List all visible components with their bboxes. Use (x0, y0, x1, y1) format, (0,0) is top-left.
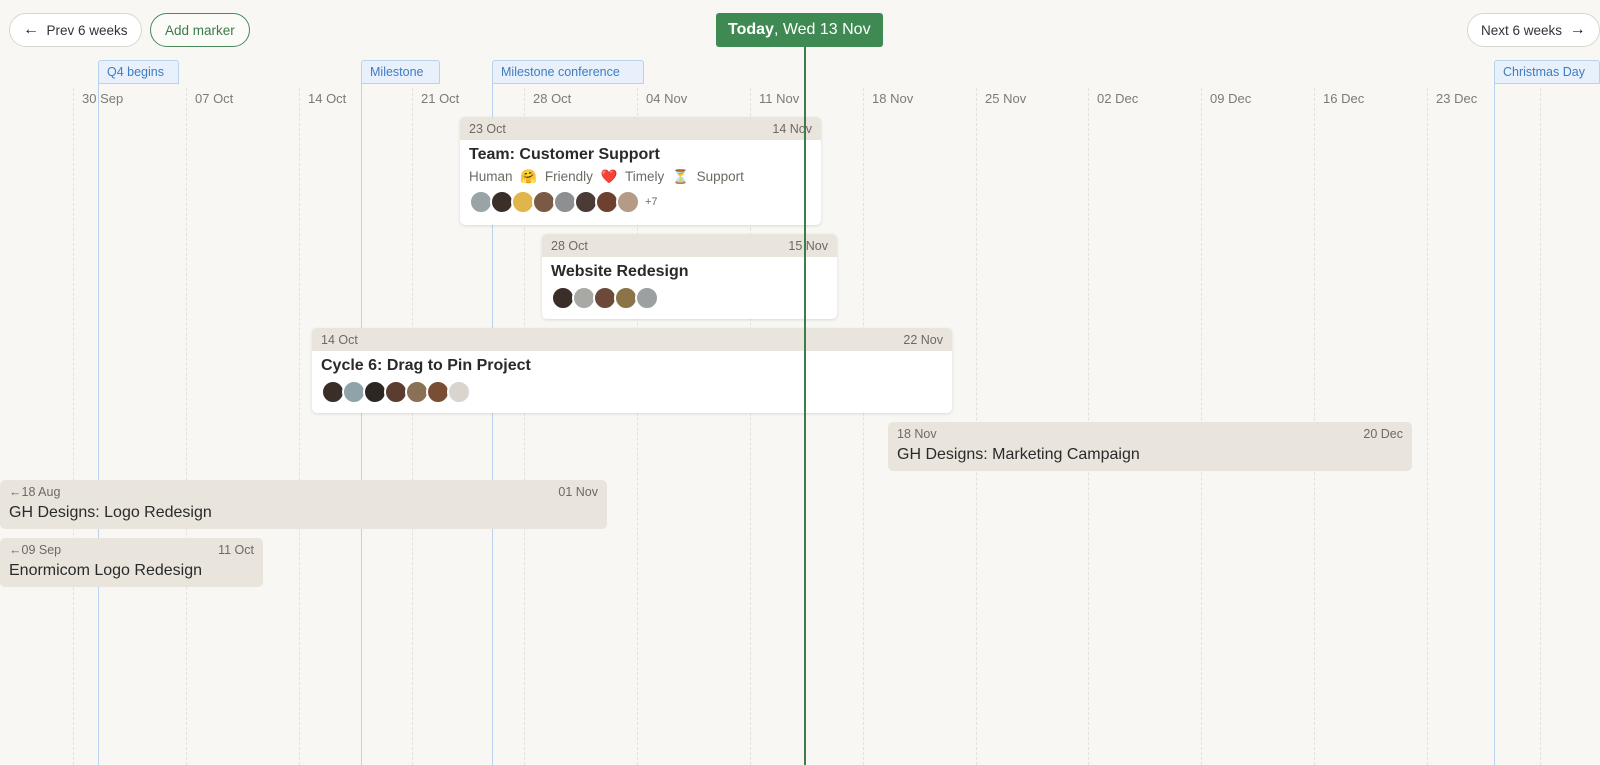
week-gridline (412, 88, 413, 765)
add-marker-button[interactable]: Add marker (150, 13, 250, 47)
end-date: 20 Dec (1363, 426, 1403, 441)
project-team-customer-support[interactable]: 23 Oct 14 Nov Team: Customer Support Hum… (460, 117, 821, 225)
project-cycle-6[interactable]: 14 Oct 22 Nov Cycle 6: Drag to Pin Proje… (312, 328, 952, 413)
project-dates: ←18 Aug 01 Nov (0, 480, 607, 503)
project-gh-logo-redesign[interactable]: ←18 Aug 01 Nov GH Designs: Logo Redesign (0, 480, 607, 529)
marker-line-christmas-day (1494, 84, 1495, 765)
start-date: 18 Nov (897, 426, 937, 441)
start-date: 23 Oct (469, 121, 506, 136)
tag-label: Support (696, 169, 744, 184)
prev-weeks-label: Prev 6 weeks (46, 22, 128, 38)
start-date: 28 Oct (551, 238, 588, 253)
week-label: 21 Oct (421, 91, 460, 106)
marker-milestone-conference[interactable]: Milestone conference (492, 60, 644, 84)
week-label: 30 Sep (82, 91, 124, 106)
heart-icon: ❤️ (600, 169, 618, 184)
marker-q4-begins[interactable]: Q4 begins (98, 60, 179, 84)
end-date: 22 Nov (903, 332, 943, 347)
project-enormicom-logo-redesign[interactable]: ←09 Sep 11 Oct Enormicom Logo Redesign (0, 538, 263, 587)
week-gridline (73, 88, 74, 765)
project-title: Cycle 6: Drag to Pin Project (321, 357, 531, 374)
project-tags: Human 🤗 Friendly ❤️ Timely ⏳ Support (469, 169, 812, 185)
week-label: 14 Oct (308, 91, 347, 106)
marker-line-q4-begins (98, 84, 99, 765)
end-date: 11 Oct (218, 542, 254, 557)
week-gridline (863, 88, 864, 765)
tag-label: Timely (624, 169, 665, 184)
tag-label: Human (469, 169, 513, 184)
end-date: 14 Nov (772, 121, 812, 136)
project-website-redesign[interactable]: 28 Oct 15 Nov Website Redesign (542, 234, 837, 319)
week-label: 11 Nov (759, 91, 800, 106)
today-line (804, 47, 806, 765)
project-dates: 18 Nov 20 Dec (888, 422, 1412, 445)
project-title: GH Designs: Logo Redesign (9, 504, 212, 521)
today-indicator[interactable]: Today, Wed 13 Nov (716, 13, 883, 47)
project-title: Enormicom Logo Redesign (9, 562, 202, 579)
week-label: 25 Nov (985, 91, 1027, 106)
next-weeks-button[interactable]: Next 6 weeks → (1467, 13, 1600, 47)
week-gridline (299, 88, 300, 765)
week-gridline (186, 88, 187, 765)
end-date: 01 Nov (558, 484, 598, 499)
project-title: Team: Customer Support (469, 146, 660, 163)
project-dates: 28 Oct 15 Nov (542, 234, 837, 257)
arrow-left-icon: ← (23, 21, 39, 38)
next-weeks-label: Next 6 weeks (1481, 22, 1563, 38)
week-label: 16 Dec (1323, 91, 1365, 106)
project-dates: 14 Oct 22 Nov (312, 328, 952, 351)
tag-label: Friendly (544, 169, 593, 184)
hugging-face-icon: 🤗 (520, 169, 538, 184)
week-label: 04 Nov (646, 91, 688, 106)
week-gridline (1427, 88, 1428, 765)
avatar[interactable] (616, 190, 640, 214)
marker-line-milestone (361, 84, 362, 765)
today-label: Today (728, 21, 774, 38)
project-members: +7 (469, 190, 812, 214)
avatar[interactable] (635, 286, 659, 310)
week-label: 23 Dec (1436, 91, 1478, 106)
project-gh-marketing-campaign[interactable]: 18 Nov 20 Dec GH Designs: Marketing Camp… (888, 422, 1412, 471)
week-label: 09 Dec (1210, 91, 1252, 106)
project-members (551, 286, 828, 310)
arrow-right-icon: → (1569, 21, 1586, 38)
marker-milestone[interactable]: Milestone (361, 60, 440, 84)
start-date: ←09 Sep (9, 542, 62, 557)
start-date: 14 Oct (321, 332, 358, 347)
prev-weeks-button[interactable]: ← Prev 6 weeks (9, 13, 142, 47)
avatar[interactable] (447, 380, 471, 404)
marker-christmas-day[interactable]: Christmas Day (1494, 60, 1600, 84)
week-label: 02 Dec (1097, 91, 1139, 106)
start-date: ←18 Aug (9, 484, 61, 499)
project-title: GH Designs: Marketing Campaign (897, 446, 1140, 463)
project-dates: ←09 Sep 11 Oct (0, 538, 263, 561)
week-label: 18 Nov (872, 91, 914, 106)
project-title: Website Redesign (551, 263, 689, 280)
project-dates: 23 Oct 14 Nov (460, 117, 821, 140)
today-date: , Wed 13 Nov (773, 21, 871, 38)
end-date: 15 Nov (788, 238, 828, 253)
week-label: 07 Oct (195, 91, 234, 106)
week-label: 28 Oct (533, 91, 572, 106)
project-members (321, 380, 943, 404)
hourglass-icon: ⏳ (672, 169, 689, 184)
more-members-count[interactable]: +7 (645, 196, 658, 208)
week-gridline (1540, 88, 1541, 765)
